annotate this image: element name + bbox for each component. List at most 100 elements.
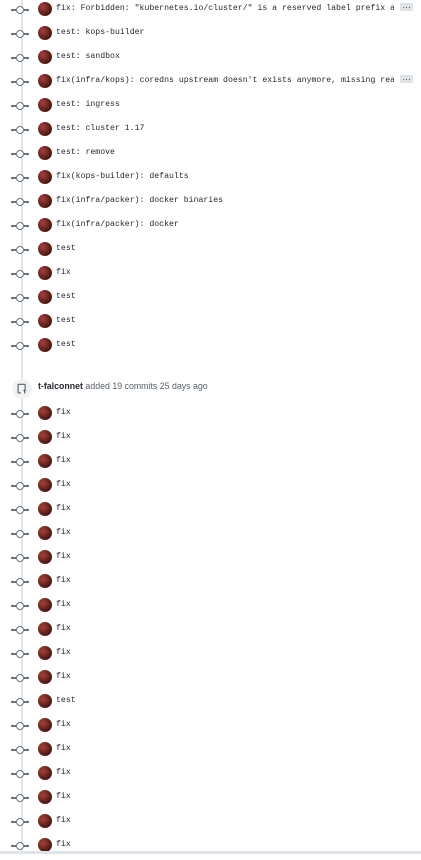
commit-message-link[interactable]: fix(infra/packer): docker binaries [56, 194, 223, 208]
push-event: t-falconnet added 19 commits 25 days ago [0, 376, 421, 399]
commit-message-link[interactable]: fix [56, 838, 71, 852]
commit-message-link[interactable]: fix [56, 742, 71, 756]
commit-row: fix(infra/packer): docker [0, 216, 421, 240]
commit-row: test: remove [0, 144, 421, 168]
avatar[interactable] [38, 550, 52, 564]
commit-message-link[interactable]: fix [56, 646, 71, 660]
commit-row: test [0, 692, 421, 716]
commit-row: test: kops-builder [0, 24, 421, 48]
avatar[interactable] [38, 742, 52, 756]
commit-message-link[interactable]: fix [56, 622, 71, 636]
avatar[interactable] [38, 170, 52, 184]
commit-message-link[interactable]: test: cluster 1.17 [56, 122, 144, 136]
avatar[interactable] [38, 314, 52, 328]
avatar[interactable] [38, 146, 52, 160]
avatar[interactable] [38, 814, 52, 828]
git-commit-icon [11, 770, 29, 778]
avatar[interactable] [38, 598, 52, 612]
commit-row: fix [0, 524, 421, 548]
git-commit-icon [11, 6, 29, 14]
commit-row: fix [0, 716, 421, 740]
commit-message-link[interactable]: test [56, 290, 76, 304]
commit-message-link[interactable]: fix(kops-builder): defaults [56, 170, 189, 184]
commit-row: test [0, 288, 421, 312]
avatar[interactable] [38, 406, 52, 420]
commit-row: fix: Forbidden: "kubernetes.io/cluster/"… [0, 0, 421, 24]
commit-row: fix [0, 596, 421, 620]
git-commit-icon [11, 434, 29, 442]
commit-message-link[interactable]: fix [56, 598, 71, 612]
avatar[interactable] [38, 574, 52, 588]
commit-row: fix [0, 428, 421, 452]
commit-message-link[interactable]: test [56, 338, 76, 352]
commit-message-link[interactable]: fix [56, 502, 71, 516]
commit-message-link[interactable]: fix(infra/packer): docker [56, 218, 179, 232]
avatar[interactable] [38, 502, 52, 516]
commit-message-link[interactable]: test: kops-builder [56, 26, 144, 40]
git-commit-icon [11, 102, 29, 110]
avatar[interactable] [38, 218, 52, 232]
avatar[interactable] [38, 338, 52, 352]
commit-message-link[interactable]: fix [56, 790, 71, 804]
avatar[interactable] [38, 266, 52, 280]
git-commit-icon [11, 722, 29, 730]
avatar[interactable] [38, 718, 52, 732]
avatar[interactable] [38, 790, 52, 804]
repo-push-icon [12, 379, 32, 399]
git-commit-icon [11, 318, 29, 326]
avatar[interactable] [38, 526, 52, 540]
git-commit-icon [11, 410, 29, 418]
commit-message-link[interactable]: fix: Forbidden: "kubernetes.io/cluster/"… [56, 2, 394, 16]
avatar[interactable] [38, 2, 52, 16]
avatar[interactable] [38, 646, 52, 660]
avatar[interactable] [38, 242, 52, 256]
avatar[interactable] [38, 194, 52, 208]
avatar[interactable] [38, 50, 52, 64]
commit-message-link[interactable]: fix [56, 550, 71, 564]
commit-message-link[interactable]: fix(infra/kops): coredns upstream doesn'… [56, 74, 394, 88]
avatar[interactable] [38, 430, 52, 444]
avatar[interactable] [38, 622, 52, 636]
commit-message-link[interactable]: fix [56, 670, 71, 684]
commit-message-link[interactable]: fix [56, 814, 71, 828]
commit-message-link[interactable]: fix [56, 574, 71, 588]
avatar[interactable] [38, 290, 52, 304]
commit-message-link[interactable]: fix [56, 478, 71, 492]
expand-message-button[interactable]: … [400, 73, 413, 83]
avatar[interactable] [38, 670, 52, 684]
commit-message-link[interactable]: test: ingress [56, 98, 120, 112]
avatar[interactable] [38, 98, 52, 112]
git-commit-icon [11, 746, 29, 754]
commit-row: fix [0, 644, 421, 668]
event-time[interactable]: 25 days ago [160, 381, 208, 391]
commit-message-link[interactable]: fix [56, 766, 71, 780]
commit-row: fix [0, 668, 421, 692]
commit-row: test [0, 336, 421, 360]
commit-row: fix(infra/kops): coredns upstream doesn'… [0, 72, 421, 96]
commit-message-link[interactable]: test: sandbox [56, 50, 120, 64]
commit-message-link[interactable]: fix [56, 526, 71, 540]
commit-message-link[interactable]: test [56, 694, 76, 708]
avatar[interactable] [38, 26, 52, 40]
commit-message-link[interactable]: fix [56, 266, 71, 280]
avatar[interactable] [38, 454, 52, 468]
expand-message-button[interactable]: … [400, 1, 413, 11]
commit-row: fix [0, 548, 421, 572]
commit-message-link[interactable]: test: remove [56, 146, 115, 160]
event-author-link[interactable]: t-falconnet [38, 381, 83, 391]
avatar[interactable] [38, 766, 52, 780]
avatar[interactable] [38, 74, 52, 88]
commit-message-link[interactable]: test [56, 242, 76, 256]
avatar[interactable] [38, 694, 52, 708]
commit-message-link[interactable]: fix [56, 718, 71, 732]
commit-message-link[interactable]: fix [56, 430, 71, 444]
avatar[interactable] [38, 478, 52, 492]
avatar[interactable] [38, 122, 52, 136]
commit-message-link[interactable]: fix [56, 406, 71, 420]
git-commit-icon [11, 818, 29, 826]
commit-message-link[interactable]: test [56, 314, 76, 328]
commit-message-link[interactable]: fix [56, 454, 71, 468]
avatar[interactable] [38, 838, 52, 852]
git-commit-icon [11, 78, 29, 86]
commit-row: test: cluster 1.17 [0, 120, 421, 144]
